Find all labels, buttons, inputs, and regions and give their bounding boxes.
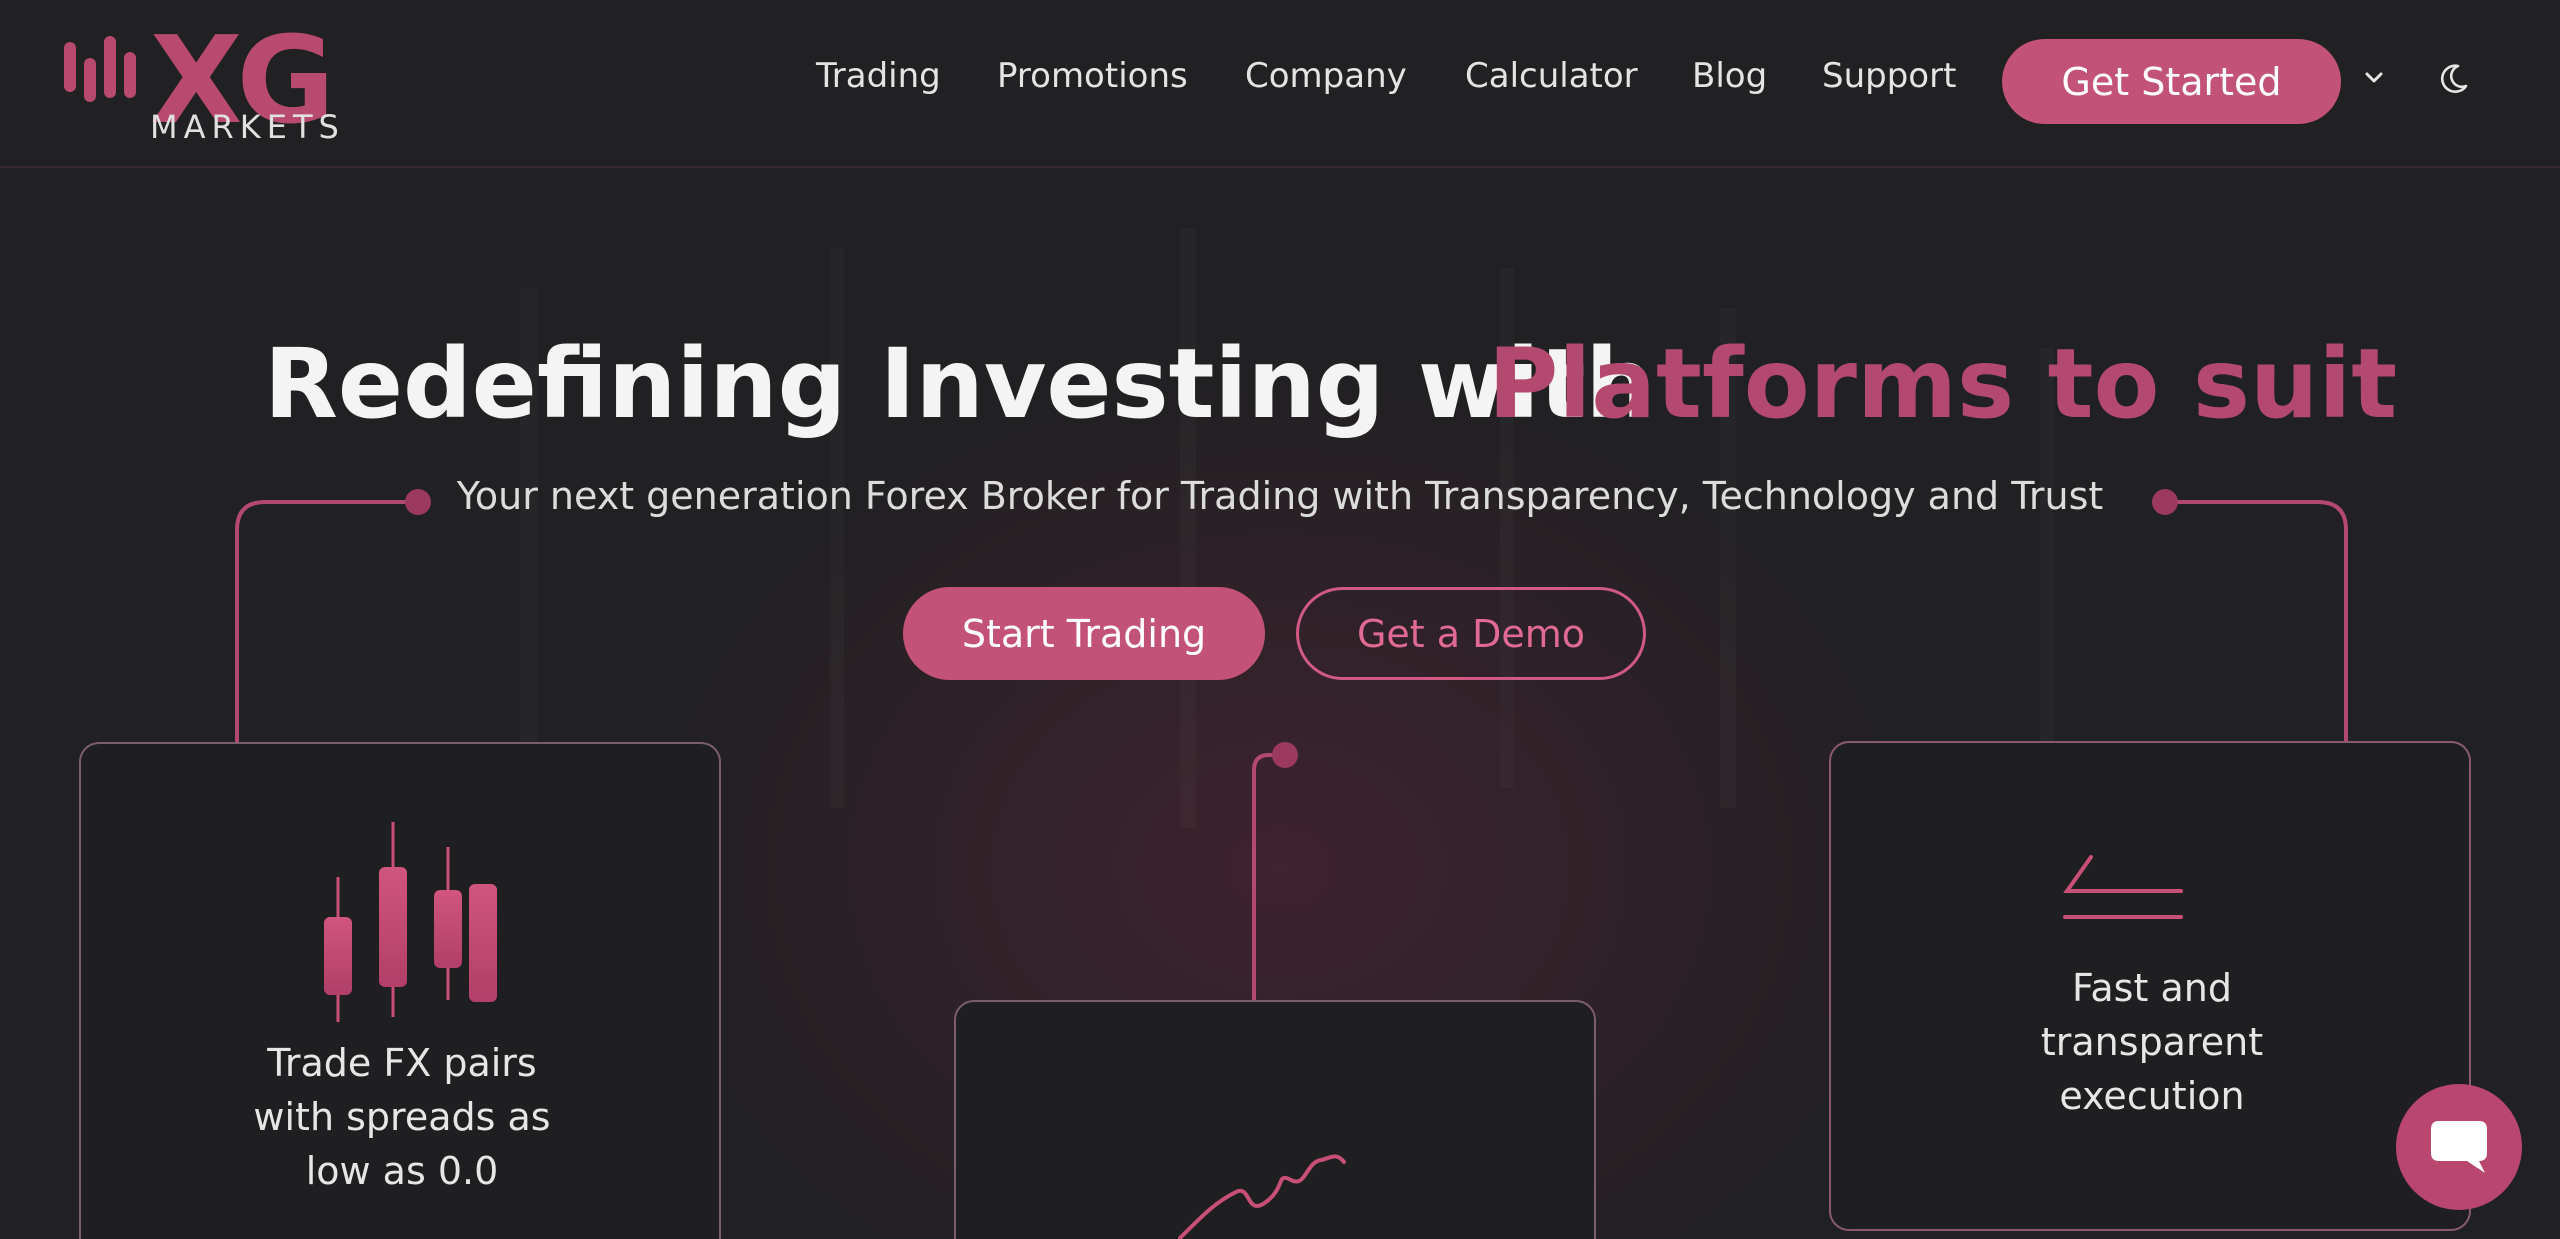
feature-card-spreads: Trade FX pairs with spreads as low as 0.…: [79, 742, 721, 1239]
logo-subtext: MARKETS: [150, 108, 345, 146]
nav-company[interactable]: Company: [1245, 56, 1407, 96]
start-trading-button[interactable]: Start Trading: [903, 587, 1265, 680]
nav-calculator[interactable]: Calculator: [1465, 56, 1638, 96]
chat-button[interactable]: [2396, 1084, 2522, 1210]
get-started-button[interactable]: Get Started: [2002, 39, 2341, 124]
card-execution-text: Fast and transparent execution: [2040, 966, 2264, 1118]
hero-title-highlight: Platforms to suit: [1488, 328, 2398, 440]
moon-icon[interactable]: [2436, 62, 2470, 96]
hero-subtitle: Your next generation Forex Broker for Tr…: [456, 474, 2104, 518]
hero-title-main: Redefining Investing with: [264, 328, 1654, 440]
candlestick-icon: [324, 822, 497, 1022]
feature-card-platforms: [954, 1000, 1596, 1239]
nav-blog[interactable]: Blog: [1692, 56, 1767, 96]
get-demo-button[interactable]: Get a Demo: [1296, 587, 1646, 680]
nav-trading[interactable]: Trading: [816, 56, 941, 96]
speed-lines-icon: [2063, 855, 2183, 919]
chat-bubble-icon: [2431, 1121, 2487, 1173]
site-header: XG MARKETS Trading Promotions Company Ca…: [0, 0, 2560, 168]
feature-card-execution: Fast and transparent execution: [1829, 741, 2471, 1231]
chevron-down-icon[interactable]: [2362, 66, 2386, 90]
line-chart-icon: [1178, 1154, 1346, 1239]
logo[interactable]: XG MARKETS: [58, 22, 358, 146]
nav-promotions[interactable]: Promotions: [997, 56, 1188, 96]
nav-support[interactable]: Support: [1822, 56, 1956, 96]
card-spreads-text: Trade FX pairs with spreads as low as 0.…: [253, 1041, 551, 1193]
